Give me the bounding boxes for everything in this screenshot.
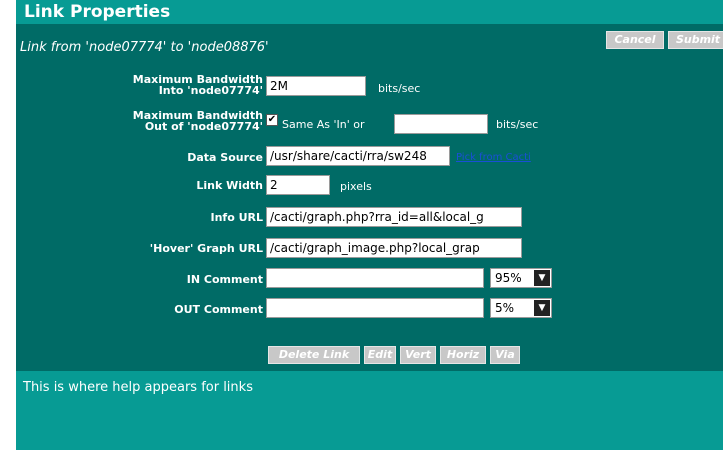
help-panel: This is where help appears for links <box>16 371 723 450</box>
vert-button[interactable]: Vert <box>400 346 436 364</box>
info-url-input[interactable]: /cacti/graph.php?rra_id=all&local_g <box>266 207 522 227</box>
edit-button[interactable]: Edit <box>364 346 396 364</box>
max-bandwidth-out-input[interactable] <box>394 114 488 134</box>
bandwidth-in-unit: bits/sec <box>378 82 421 95</box>
cancel-button[interactable]: Cancel <box>606 31 664 49</box>
in-comment-input[interactable] <box>266 268 484 288</box>
chevron-down-icon[interactable]: ▼ <box>534 270 550 286</box>
submit-button[interactable]: Submit <box>668 31 723 49</box>
max-bandwidth-in-label: Maximum Bandwidth Into 'node07774' <box>132 73 263 97</box>
link-width-input[interactable]: 2 <box>266 175 330 195</box>
horiz-button[interactable]: Horiz <box>440 346 486 364</box>
via-button[interactable]: Via <box>490 346 520 364</box>
hover-graph-url-input[interactable]: /cacti/graph_image.php?local_grap <box>266 238 522 258</box>
out-comment-position-value: 5% <box>495 301 515 315</box>
in-comment-label: IN Comment <box>186 273 263 286</box>
delete-link-button[interactable]: Delete Link <box>268 346 360 364</box>
same-as-in-checkbox[interactable]: ✔ <box>266 114 278 126</box>
same-as-in-label: Same As 'In' or <box>282 118 365 131</box>
bandwidth-out-unit: bits/sec <box>496 118 539 131</box>
link-width-unit: pixels <box>340 180 372 193</box>
in-comment-position-select[interactable]: 95% ▼ <box>490 268 552 288</box>
dialog-title: Link Properties <box>16 0 723 24</box>
max-bandwidth-out-label: Maximum Bandwidth Out of 'node07774' <box>132 109 263 133</box>
dialog-subtitle: Link from 'node07774' to 'node08876' <box>20 40 269 55</box>
out-comment-position-select[interactable]: 5% ▼ <box>490 298 552 318</box>
help-text: This is where help appears for links <box>23 380 253 395</box>
in-comment-position-value: 95% <box>495 271 522 285</box>
data-source-label: Data Source <box>187 151 263 164</box>
data-source-input[interactable]: /usr/share/cacti/rra/sw248 <box>266 146 450 166</box>
link-properties-dialog: Link Properties Link from 'node07774' to… <box>16 0 723 450</box>
link-width-label: Link Width <box>196 179 263 192</box>
pick-from-cacti-link[interactable]: Pick from Cacti <box>456 152 531 163</box>
hover-graph-url-label: 'Hover' Graph URL <box>149 242 263 255</box>
max-bandwidth-in-input[interactable]: 2M <box>266 76 366 96</box>
chevron-down-icon[interactable]: ▼ <box>534 300 550 316</box>
info-url-label: Info URL <box>210 211 263 224</box>
out-comment-input[interactable] <box>266 298 484 318</box>
out-comment-label: OUT Comment <box>174 303 263 316</box>
